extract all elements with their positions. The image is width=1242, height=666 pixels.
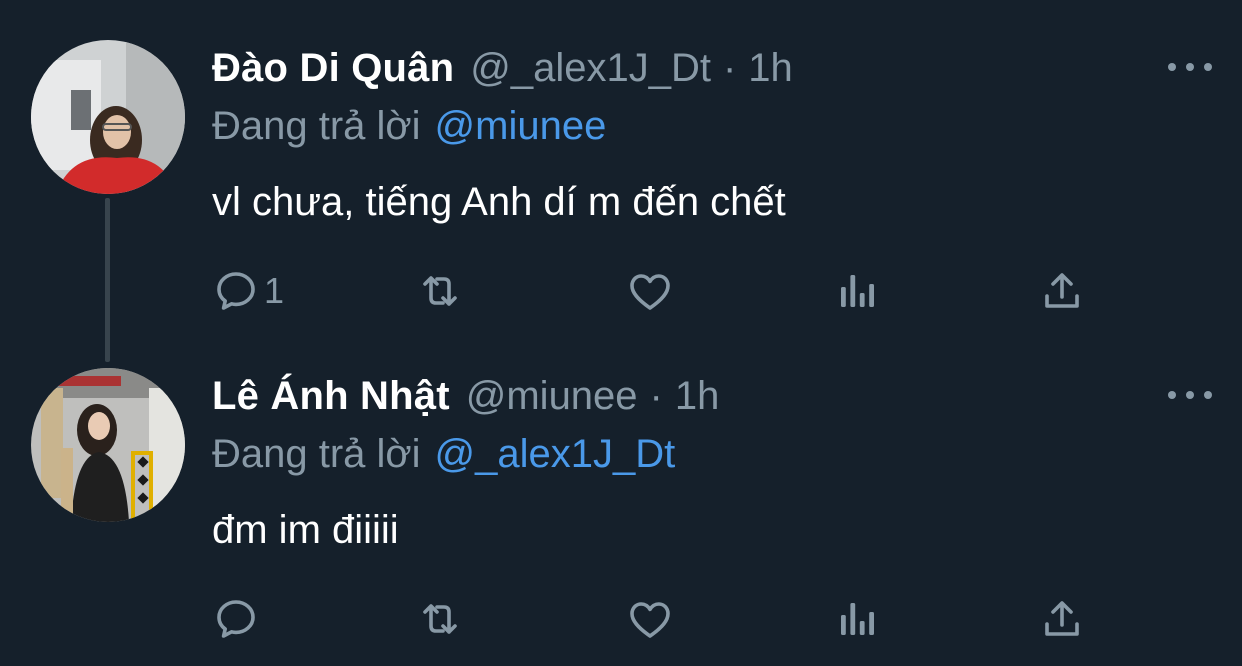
tweet-header: Đào Di Quân @_alex1J_Dt · 1h: [212, 40, 793, 96]
mention-link[interactable]: @miunee: [435, 104, 607, 148]
tweet-text: đm im điiiii: [212, 508, 399, 552]
avatar[interactable]: [31, 368, 185, 522]
share-icon: [1045, 273, 1079, 308]
reply-count: 1: [264, 270, 285, 311]
timestamp[interactable]: 1h: [748, 40, 793, 96]
retweet-icon: [423, 604, 457, 634]
username-handle[interactable]: @miunee: [466, 368, 638, 424]
share-button[interactable]: [1038, 266, 1086, 316]
analytics-button[interactable]: [832, 594, 880, 644]
heart-icon: [630, 274, 670, 310]
analytics-button[interactable]: [832, 266, 880, 316]
mention-link[interactable]: @_alex1J_Dt: [435, 432, 676, 476]
reply-icon: [217, 600, 255, 638]
tweet-header: Lê Ánh Nhật @miunee · 1h: [212, 368, 719, 424]
retweet-icon: [423, 276, 457, 306]
action-bar: 1: [0, 266, 1242, 316]
reply-icon: [217, 272, 255, 310]
analytics-icon: [841, 603, 874, 635]
replying-to: Đang trả lời @_alex1J_Dt: [212, 428, 675, 480]
tweet[interactable]: Đào Di Quân @_alex1J_Dt · 1h Đang trả lờ…: [0, 0, 1242, 362]
retweet-button[interactable]: [416, 266, 464, 316]
tweet[interactable]: Lê Ánh Nhật @miunee · 1h Đang trả lời @_a…: [0, 340, 1242, 666]
like-button[interactable]: [626, 594, 674, 644]
replying-to: Đang trả lời @miunee: [212, 100, 606, 152]
tweet-text: vl chưa, tiếng Anh dí m đến chết: [212, 180, 786, 224]
action-bar: [0, 594, 1242, 644]
display-name[interactable]: Lê Ánh Nhật: [212, 368, 450, 424]
username-handle[interactable]: @_alex1J_Dt: [470, 40, 711, 96]
reply-button[interactable]: 1: [212, 266, 284, 316]
separator-dot: ·: [722, 46, 737, 90]
reply-button[interactable]: [212, 594, 264, 644]
analytics-icon: [841, 275, 874, 307]
avatar-photo: [31, 368, 185, 522]
share-icon: [1045, 601, 1079, 636]
heart-icon: [630, 602, 670, 638]
like-button[interactable]: [626, 266, 674, 316]
retweet-button[interactable]: [416, 594, 464, 644]
more-dots-icon[interactable]: [1168, 385, 1212, 405]
display-name[interactable]: Đào Di Quân: [212, 40, 454, 96]
avatar[interactable]: [31, 40, 185, 194]
timestamp[interactable]: 1h: [675, 368, 720, 424]
avatar-photo: [31, 40, 185, 194]
replying-label: Đang trả lời: [212, 104, 421, 148]
share-button[interactable]: [1038, 594, 1086, 644]
separator-dot: ·: [649, 374, 663, 418]
replying-label: Đang trả lời: [212, 432, 421, 476]
more-dots-icon[interactable]: [1168, 57, 1212, 77]
